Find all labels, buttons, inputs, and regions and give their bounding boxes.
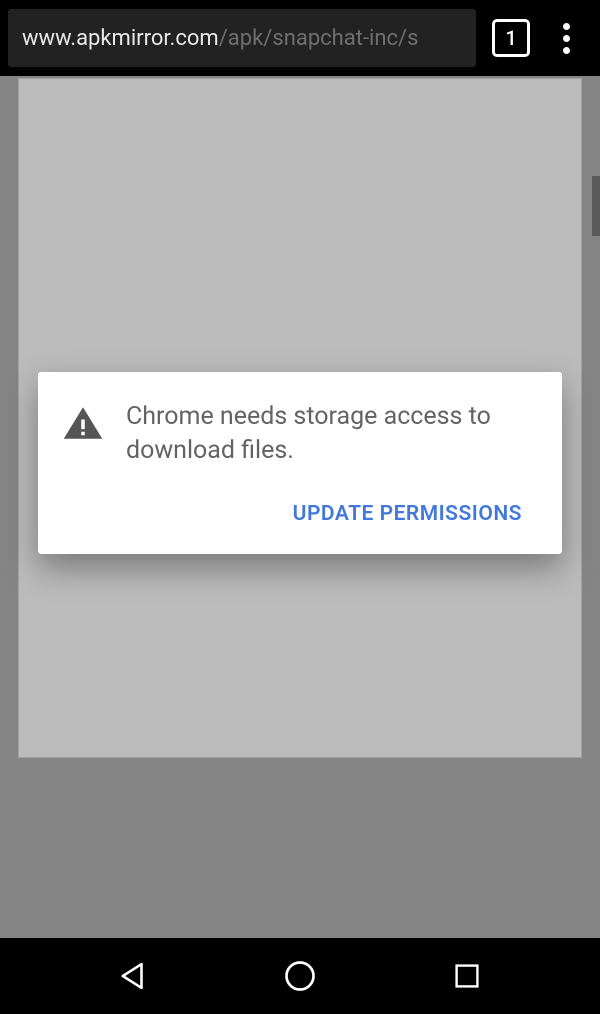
menu-dot-icon bbox=[563, 47, 570, 54]
browser-top-bar: www.apkmirror.com/apk/snapchat-inc/s 1 bbox=[0, 0, 600, 76]
menu-dot-icon bbox=[563, 23, 570, 30]
android-nav-bar bbox=[0, 938, 600, 1014]
home-circle-icon bbox=[282, 958, 318, 994]
back-button[interactable] bbox=[108, 951, 158, 1001]
dialog-body: Chrome needs storage access to download … bbox=[62, 400, 534, 468]
url-host: www.apkmirror.com bbox=[22, 26, 219, 51]
tabs-count: 1 bbox=[505, 26, 516, 50]
warning-icon bbox=[62, 404, 104, 446]
tabs-button[interactable]: 1 bbox=[492, 19, 530, 57]
home-button[interactable] bbox=[275, 951, 325, 1001]
recents-square-icon bbox=[451, 960, 483, 992]
dialog-message: Chrome needs storage access to download … bbox=[126, 400, 534, 468]
permission-dialog: Chrome needs storage access to download … bbox=[38, 372, 562, 554]
update-permissions-button[interactable]: UPDATE PERMISSIONS bbox=[281, 492, 534, 536]
recents-button[interactable] bbox=[442, 951, 492, 1001]
url-bar[interactable]: www.apkmirror.com/apk/snapchat-inc/s bbox=[8, 9, 476, 67]
overflow-menu-button[interactable] bbox=[546, 18, 586, 58]
url-path: /apk/snapchat-inc/s bbox=[219, 26, 419, 51]
dialog-actions: UPDATE PERMISSIONS bbox=[62, 492, 534, 536]
menu-dot-icon bbox=[563, 35, 570, 42]
dialog-scrim: Chrome needs storage access to download … bbox=[0, 76, 600, 938]
back-triangle-icon bbox=[116, 959, 150, 993]
